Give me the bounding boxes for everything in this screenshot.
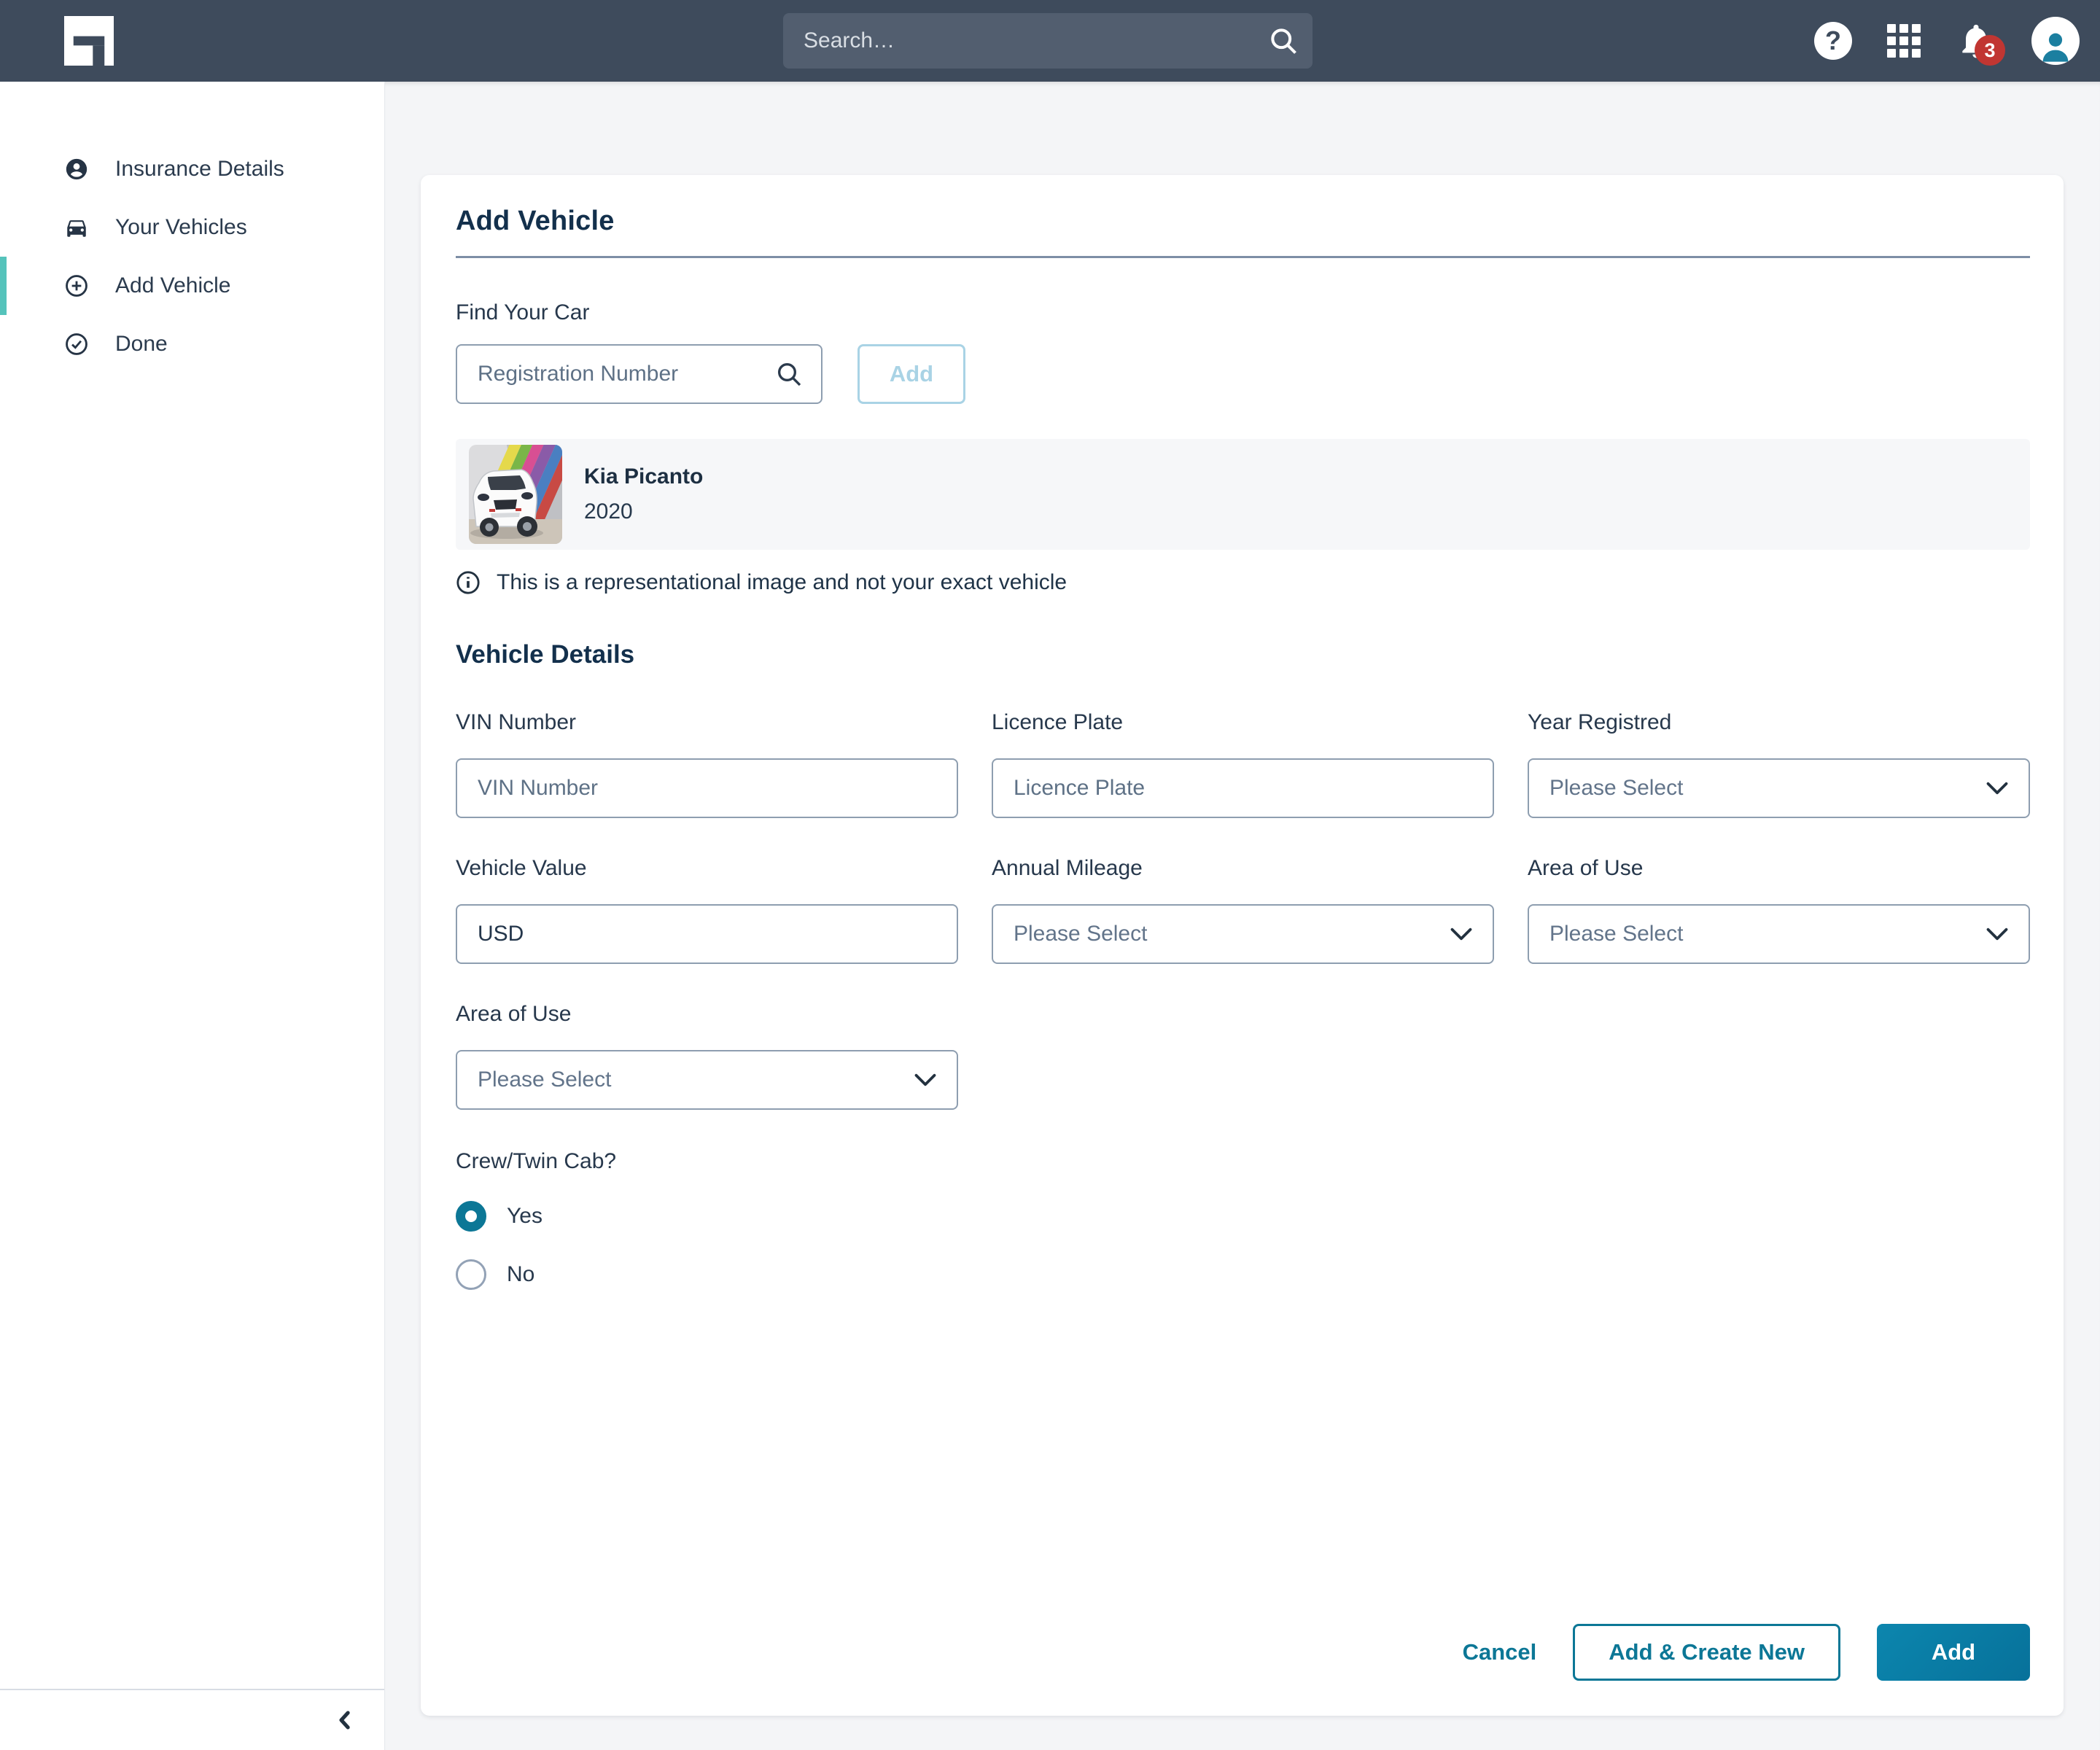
chevron-down-icon — [1450, 928, 1472, 941]
chevron-down-icon — [914, 1073, 936, 1086]
annual-mileage-select[interactable]: Please Select — [992, 904, 1494, 964]
registration-search — [456, 344, 822, 404]
sidebar-item-your-vehicles[interactable]: Your Vehicles — [0, 198, 384, 257]
sidebar-item-done[interactable]: Done — [0, 315, 384, 373]
vin-number-input[interactable] — [456, 758, 958, 818]
year-registered-label: Year Registred — [1528, 710, 2030, 735]
area-of-use-field: Area of Use Please Select — [1528, 856, 2030, 964]
global-search — [783, 13, 1312, 69]
person-circle-icon — [64, 157, 89, 182]
info-icon — [456, 570, 481, 595]
sidebar-item-insurance-details[interactable]: Insurance Details — [0, 140, 384, 198]
licence-plate-label: Licence Plate — [992, 710, 1494, 735]
find-your-car-label: Find Your Car — [456, 300, 2030, 325]
vehicle-details-heading: Vehicle Details — [456, 640, 2030, 669]
crew-twin-cab-label: Crew/Twin Cab? — [456, 1149, 2030, 1174]
add-vehicle-card: Add Vehicle Find Your Car Add — [421, 175, 2064, 1716]
page-title: Add Vehicle — [456, 206, 2030, 237]
area-of-use-label-2: Area of Use — [456, 1002, 958, 1027]
title-divider — [456, 256, 2030, 258]
representational-note: This is a representational image and not… — [497, 570, 1067, 595]
find-add-button[interactable]: Add — [858, 344, 965, 404]
annual-mileage-label: Annual Mileage — [992, 856, 1494, 881]
add-button[interactable]: Add — [1877, 1624, 2030, 1681]
car-icon — [64, 215, 89, 240]
vehicle-result-row[interactable]: Kia Picanto 2020 — [456, 439, 2030, 550]
cancel-button[interactable]: Cancel — [1463, 1639, 1537, 1665]
chevron-down-icon — [1986, 928, 2008, 941]
global-search-input[interactable] — [783, 28, 1254, 53]
licence-plate-input[interactable] — [992, 758, 1494, 818]
annual-mileage-field: Annual Mileage Please Select — [992, 856, 1494, 964]
vehicle-name: Kia Picanto — [584, 464, 703, 489]
help-icon[interactable]: ? — [1814, 22, 1852, 60]
licence-plate-field: Licence Plate — [992, 710, 1494, 818]
registration-number-input[interactable] — [456, 344, 822, 404]
main-content: Add Vehicle Find Your Car Add — [385, 82, 2100, 1750]
area-of-use-select-2[interactable]: Please Select — [456, 1050, 958, 1110]
sidebar-footer — [0, 1689, 384, 1750]
notification-count-badge: 3 — [1975, 35, 2005, 66]
sidebar: Insurance Details Your Vehicles Add Vehi… — [0, 82, 385, 1750]
vehicle-value-field: Vehicle Value — [456, 856, 958, 964]
plus-circle-icon — [64, 273, 89, 298]
sidebar-item-add-vehicle[interactable]: Add Vehicle — [0, 257, 384, 315]
area-of-use-select[interactable]: Please Select — [1528, 904, 2030, 964]
year-registered-select[interactable]: Please Select — [1528, 758, 2030, 818]
notifications-bell-icon[interactable]: 3 — [1956, 20, 1996, 61]
crew-cab-radio-yes[interactable]: Yes — [456, 1200, 542, 1232]
vehicle-value-input[interactable] — [456, 904, 958, 964]
vin-number-label: VIN Number — [456, 710, 958, 735]
vin-number-field: VIN Number — [456, 710, 958, 818]
area-of-use-label: Area of Use — [1528, 856, 2030, 881]
add-and-create-new-button[interactable]: Add & Create New — [1573, 1624, 1840, 1681]
area-of-use-field-2: Area of Use Please Select — [456, 1002, 958, 1110]
search-icon[interactable] — [1254, 13, 1312, 69]
sidebar-collapse-chevron-left-icon[interactable] — [330, 1706, 359, 1735]
top-bar: ? 3 — [0, 0, 2100, 82]
year-registered-field: Year Registred Please Select — [1528, 710, 2030, 818]
search-icon — [774, 359, 804, 389]
vehicle-value-label: Vehicle Value — [456, 856, 958, 881]
crew-cab-radio-no[interactable]: No — [456, 1259, 534, 1291]
user-avatar-icon[interactable] — [2031, 17, 2080, 65]
app-logo-icon[interactable] — [64, 16, 114, 66]
check-circle-icon — [64, 332, 89, 357]
radio-unselected-icon — [456, 1259, 486, 1290]
radio-selected-icon — [456, 1201, 486, 1232]
chevron-down-icon — [1986, 782, 2008, 795]
vehicle-year: 2020 — [584, 499, 703, 524]
form-footer: Cancel Add & Create New Add — [456, 1580, 2030, 1681]
app-grid-icon[interactable] — [1887, 24, 1921, 58]
vehicle-photo — [469, 445, 562, 544]
